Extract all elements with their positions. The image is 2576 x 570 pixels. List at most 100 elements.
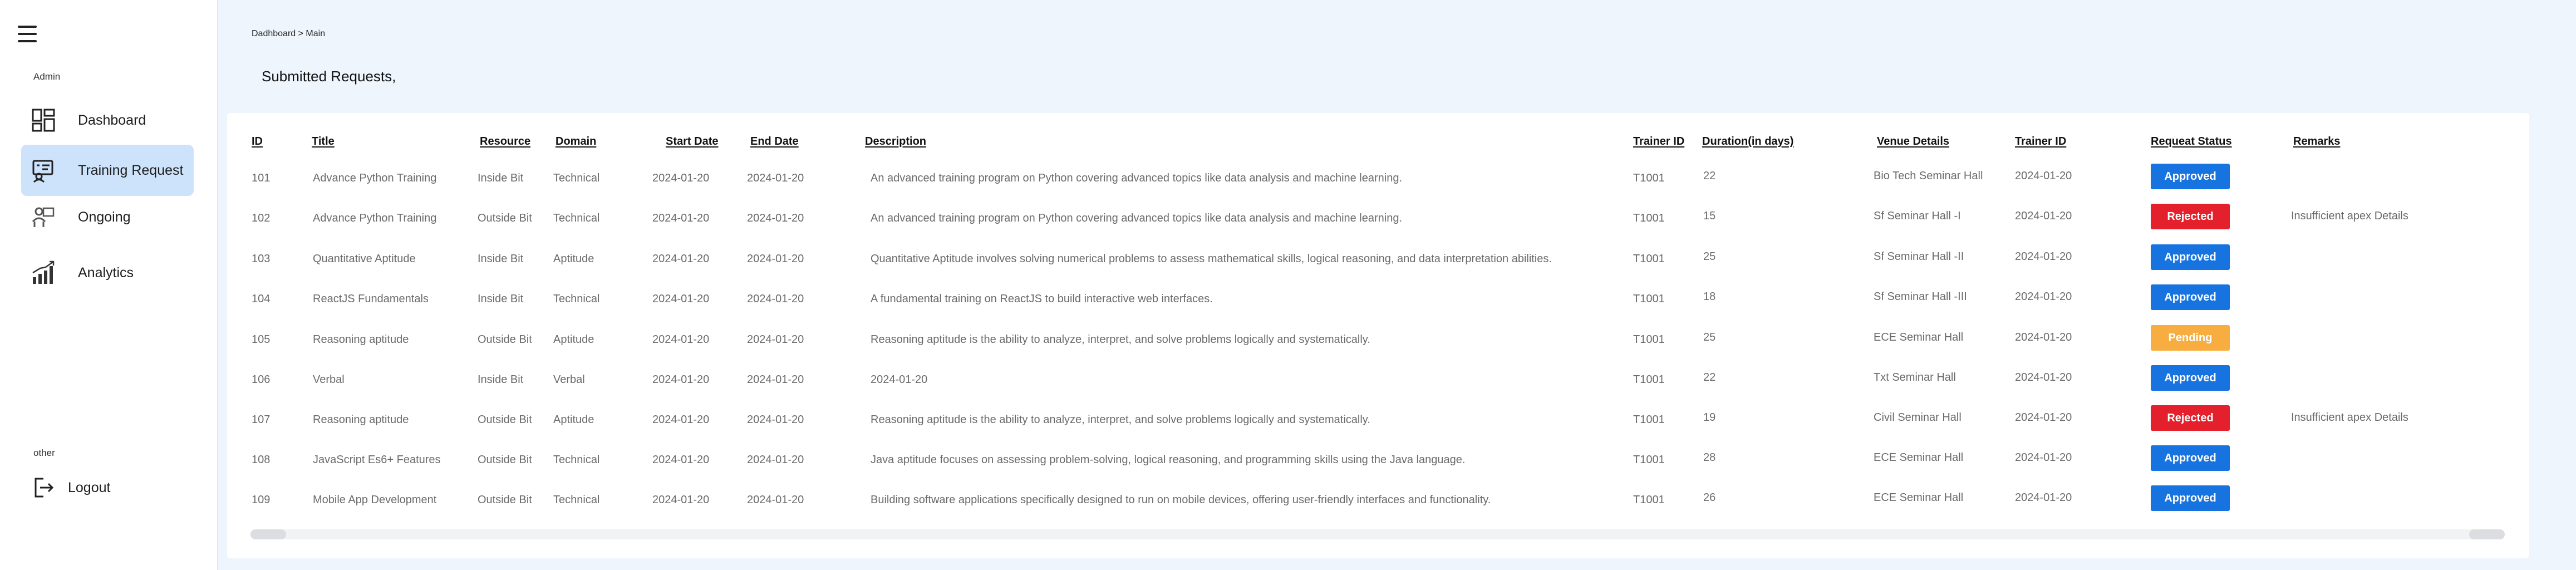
cell-venue: ECE Seminar Hall bbox=[1874, 451, 1964, 464]
sidebar-item-analytics[interactable]: Analytics bbox=[21, 247, 194, 298]
cell-title: Advance Python Training bbox=[313, 172, 437, 184]
table-row: 109 Mobile App Development Outside Bit Tech… bbox=[227, 485, 2529, 533]
cell-start-date: 2024-01-20 bbox=[652, 333, 710, 346]
analytics-icon bbox=[32, 261, 55, 284]
sidebar-item-label: Analytics bbox=[78, 264, 134, 281]
sidebar-item-dashboard[interactable]: Dashboard bbox=[21, 95, 194, 146]
dashboard-icon bbox=[32, 109, 55, 132]
cell-domain: Technical bbox=[553, 454, 600, 466]
sidebar-item-label: Dashboard bbox=[78, 112, 146, 128]
sidebar-item-label: Training Request bbox=[78, 162, 184, 178]
section-label-other: other bbox=[33, 448, 55, 458]
sidebar-item-ongoing[interactable]: Ongoing bbox=[21, 191, 194, 243]
status-badge[interactable]: Approved bbox=[2151, 365, 2230, 391]
column-header-description: Description bbox=[865, 135, 927, 148]
breadcrumb-root[interactable]: Dadhboard bbox=[252, 29, 296, 38]
breadcrumb-separator: > bbox=[298, 29, 303, 38]
cell-start-date: 2024-01-20 bbox=[652, 253, 710, 265]
cell-duration: 15 bbox=[1703, 210, 1716, 222]
status-badge[interactable]: Pending bbox=[2151, 325, 2230, 351]
cell-trainer-id: T1001 bbox=[1633, 494, 1665, 506]
column-header-title: Title bbox=[312, 135, 335, 148]
cell-end-date: 2024-01-20 bbox=[747, 253, 804, 265]
cell-duration: 28 bbox=[1703, 451, 1716, 464]
status-badge[interactable]: Rejected bbox=[2151, 204, 2230, 229]
status-badge[interactable]: Approved bbox=[2151, 164, 2230, 189]
cell-trainer-id: T1001 bbox=[1633, 253, 1665, 265]
column-header-venue: Venue Details bbox=[1877, 135, 1950, 148]
cell-id: 102 bbox=[252, 212, 271, 224]
sidebar-item-training-request[interactable]: Training Request bbox=[21, 145, 194, 196]
cell-title: Advance Python Training bbox=[313, 212, 437, 224]
column-header-remarks: Remarks bbox=[2293, 135, 2341, 148]
cell-trainer-id: T1001 bbox=[1633, 333, 1665, 346]
column-header-trainer-id: Trainer ID bbox=[1633, 135, 1685, 148]
logout-button[interactable]: Logout bbox=[21, 462, 194, 513]
cell-resource: Outside Bit bbox=[478, 414, 532, 426]
cell-duration: 22 bbox=[1703, 170, 1716, 182]
cell-trainer-id: T1001 bbox=[1633, 454, 1665, 466]
status-badge[interactable]: Rejected bbox=[2151, 405, 2230, 431]
cell-description: Reasoning aptitude is the ability to ana… bbox=[871, 414, 1370, 426]
cell-description: A fundamental training on ReactJS to bui… bbox=[871, 293, 1213, 305]
status-badge[interactable]: Approved bbox=[2151, 485, 2230, 511]
cell-venue: Sf Seminar Hall -II bbox=[1874, 250, 1964, 263]
cell-title: ReactJS Fundamentals bbox=[313, 293, 429, 305]
cell-domain: Aptitude bbox=[553, 333, 594, 346]
scrollbar-thumb-left[interactable] bbox=[250, 529, 286, 539]
sidebar-item-label: Ongoing bbox=[78, 209, 131, 225]
cell-start-date: 2024-01-20 bbox=[652, 494, 710, 506]
horizontal-scrollbar[interactable] bbox=[250, 529, 2505, 539]
cell-duration: 26 bbox=[1703, 492, 1716, 504]
column-header-domain: Domain bbox=[555, 135, 597, 148]
ongoing-icon bbox=[32, 207, 55, 227]
column-header-trainer-id-2: Trainer ID bbox=[2015, 135, 2067, 148]
breadcrumb-current[interactable]: Main bbox=[306, 29, 325, 38]
cell-description: An advanced training program on Python c… bbox=[871, 172, 1403, 184]
section-label-admin: Admin bbox=[33, 71, 61, 82]
cell-domain: Aptitude bbox=[553, 253, 594, 265]
cell-trainer-date: 2024-01-20 bbox=[2015, 451, 2072, 464]
logout-icon bbox=[35, 478, 54, 498]
breadcrumb: Dadhboard > Main bbox=[252, 29, 325, 39]
cell-resource: Outside Bit bbox=[478, 454, 532, 466]
cell-end-date: 2024-01-20 bbox=[747, 212, 804, 224]
cell-trainer-date: 2024-01-20 bbox=[2015, 291, 2072, 303]
hamburger-menu-icon[interactable] bbox=[18, 26, 37, 42]
column-header-start-date: Start Date bbox=[666, 135, 719, 148]
status-badge[interactable]: Approved bbox=[2151, 244, 2230, 270]
cell-id: 107 bbox=[252, 414, 271, 426]
cell-resource: Inside Bit bbox=[478, 293, 524, 305]
status-badge[interactable]: Approved bbox=[2151, 284, 2230, 310]
cell-duration: 22 bbox=[1703, 371, 1716, 384]
cell-duration: 18 bbox=[1703, 291, 1716, 303]
cell-venue: Civil Seminar Hall bbox=[1874, 411, 1962, 424]
cell-trainer-id: T1001 bbox=[1633, 293, 1665, 305]
cell-duration: 25 bbox=[1703, 331, 1716, 343]
cell-id: 101 bbox=[252, 172, 271, 184]
cell-start-date: 2024-01-20 bbox=[652, 172, 710, 184]
cell-start-date: 2024-01-20 bbox=[652, 374, 710, 386]
logout-label: Logout bbox=[68, 479, 111, 495]
cell-duration: 25 bbox=[1703, 250, 1716, 263]
cell-trainer-date: 2024-01-20 bbox=[2015, 411, 2072, 424]
cell-title: Verbal bbox=[313, 374, 345, 386]
cell-duration: 19 bbox=[1703, 411, 1716, 424]
cell-trainer-date: 2024-01-20 bbox=[2015, 170, 2072, 182]
page-title: Submitted Requests, bbox=[262, 68, 396, 85]
cell-domain: Technical bbox=[553, 172, 600, 184]
cell-trainer-date: 2024-01-20 bbox=[2015, 331, 2072, 343]
cell-resource: Inside Bit bbox=[478, 374, 524, 386]
status-badge[interactable]: Approved bbox=[2151, 445, 2230, 471]
cell-description: Building software applications specifica… bbox=[871, 494, 1491, 506]
cell-trainer-date: 2024-01-20 bbox=[2015, 371, 2072, 384]
cell-domain: Aptitude bbox=[553, 414, 594, 426]
cell-resource: Inside Bit bbox=[478, 172, 524, 184]
column-header-request-status: Requeat Status bbox=[2151, 135, 2232, 148]
cell-end-date: 2024-01-20 bbox=[747, 333, 804, 346]
cell-resource: Inside Bit bbox=[478, 253, 524, 265]
column-header-end-date: End Date bbox=[750, 135, 799, 148]
sidebar: Admin Dashboard Training Request Ongoing bbox=[0, 0, 218, 570]
scrollbar-thumb-right[interactable] bbox=[2469, 529, 2505, 539]
cell-end-date: 2024-01-20 bbox=[747, 454, 804, 466]
